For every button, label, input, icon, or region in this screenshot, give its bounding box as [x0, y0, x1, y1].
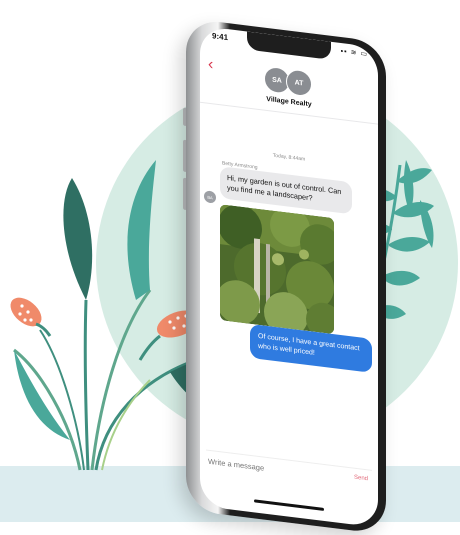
home-indicator[interactable]	[254, 499, 324, 511]
send-button[interactable]: Send	[354, 475, 368, 483]
status-icons: ▪▪ ≋ ▭	[340, 47, 368, 59]
group-avatars[interactable]: SA AT	[264, 65, 314, 98]
outgoing-message-bubble[interactable]: Of course, I have a great contact who is…	[250, 323, 372, 373]
garden-photo-image	[220, 204, 334, 335]
message-input[interactable]	[208, 456, 318, 480]
garden-photo[interactable]	[220, 204, 334, 335]
avatar: AT	[286, 68, 312, 98]
phone-mockup: 9:41 ▪▪ ≋ ▭ ‹ SA AT Village Realty Today…	[183, 18, 386, 535]
messages-screen: 9:41 ▪▪ ≋ ▭ ‹ SA AT Village Realty Today…	[200, 25, 378, 528]
flower-left	[10, 297, 52, 337]
status-time: 9:41	[212, 31, 229, 43]
sender-avatar: BA	[204, 190, 216, 204]
chevron-left-icon[interactable]: ‹	[208, 56, 213, 74]
message-composer: Send	[206, 449, 372, 493]
